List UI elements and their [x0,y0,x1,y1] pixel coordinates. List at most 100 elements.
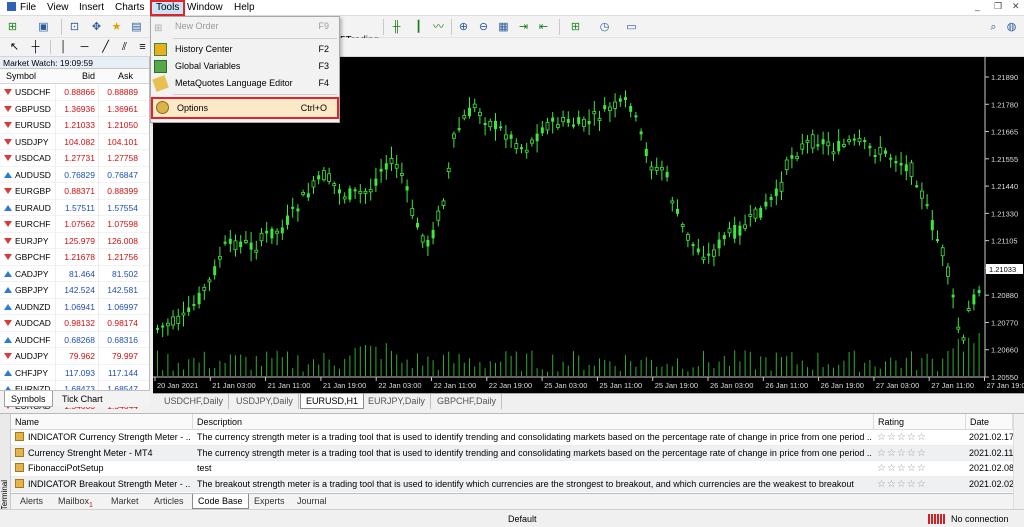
menu-insert[interactable]: Insert [75,1,108,15]
horizontal-line-icon[interactable]: ─ [76,39,93,55]
candle-body [603,105,607,110]
trendline-icon[interactable]: ╱ [97,39,114,55]
chart-tab-eurjpy[interactable]: EURJPY,Daily [363,394,431,409]
arrow-down-icon [4,122,12,128]
tile-windows-icon[interactable]: ▦ [495,19,512,35]
line-chart-icon[interactable]: 〰 [430,19,447,35]
column-description[interactable]: Description [193,414,874,430]
restore-icon[interactable]: ❐ [994,1,1002,12]
candle-body [420,235,425,243]
close-icon[interactable]: ✕ [1012,1,1020,12]
arrow-down-icon [4,221,12,227]
menu-item-history-center[interactable]: History Center F2 [151,41,339,58]
column-bid[interactable]: Bid [82,69,95,84]
column-rating[interactable]: Rating [874,414,966,430]
menu-file[interactable]: File [16,1,40,15]
column-symbol[interactable]: Symbol [6,69,36,84]
crosshair-icon[interactable]: ┼ [27,39,44,55]
code-base-row[interactable]: INDICATOR Breakout Strength Meter - ... T… [11,476,1013,492]
terminal-scrollbar[interactable] [1013,414,1024,509]
market-watch-row[interactable]: EURJPY 125.979 126.008 [0,232,149,249]
code-base-row[interactable]: INDICATOR Currency Strength Meter - ... T… [11,430,1013,446]
column-name[interactable]: Name [11,414,193,430]
tab-symbols[interactable]: Symbols [4,391,53,407]
profiles-icon[interactable]: ▣ [35,19,52,35]
favorites-icon[interactable]: ★ [108,19,125,35]
market-watch-row[interactable]: EURGBP 0.88371 0.88399 [0,183,149,200]
tab-mailbox[interactable]: Mailbox1 [53,494,98,509]
menu-window[interactable]: Window [183,1,227,15]
chart-shift-icon[interactable]: ⇤ [535,19,552,35]
market-watch-row[interactable]: GBPCHF 1.21678 1.21756 [0,249,149,266]
column-ask[interactable]: Ask [118,69,133,84]
bid-price: 0.68268 [55,331,97,348]
navigator-icon[interactable]: ✥ [88,19,105,35]
autoscroll-icon[interactable]: ⇥ [515,19,532,35]
tab-market[interactable]: Market [106,494,144,509]
tab-experts[interactable]: Experts [249,494,290,509]
market-watch-row[interactable]: CADJPY 81.464 81.502 [0,265,149,282]
market-watch-row[interactable]: EURAUD 1.57511 1.57554 [0,199,149,216]
search-icon[interactable]: ⌕ [985,19,1002,35]
chart-tab-usdjpy[interactable]: USDJPY,Daily [231,394,299,409]
bid-price: 1.57511 [55,199,97,216]
row-date: 2021.02.17 [969,432,1013,442]
minimize-icon[interactable]: _ [975,1,980,11]
new-chart-icon[interactable]: ⊞ [4,19,21,35]
market-watch-row[interactable]: EURCHF 1.07562 1.07598 [0,216,149,233]
menu-item-new-order[interactable]: ⊞ New Order F9 [151,18,339,35]
zoom-out-icon[interactable]: ⊖ [475,19,492,35]
menu-item-language-editor[interactable]: MetaQuotes Language Editor F4 [151,75,339,92]
vertical-line-icon[interactable]: │ [55,39,72,55]
templates-icon[interactable]: ▭ [623,19,640,35]
market-watch-row[interactable]: EURUSD 1.21033 1.21050 [0,117,149,134]
tab-tick-chart[interactable]: Tick Chart [56,391,109,407]
menu-charts[interactable]: Charts [111,1,148,15]
indicators-icon[interactable]: ⊞ [567,19,584,35]
bar-chart-icon[interactable]: ╫ [388,19,405,35]
time-tick-label: 25 Jan 11:00 [599,381,642,390]
tab-alerts[interactable]: Alerts [15,494,48,509]
market-watch-row[interactable]: USDCHF 0.88866 0.88889 [0,84,149,101]
tab-code-base[interactable]: Code Base [192,494,249,509]
market-watch-row[interactable]: AUDCAD 0.98132 0.98174 [0,315,149,332]
menu-view[interactable]: View [43,1,73,15]
market-watch-row[interactable]: AUDJPY 79.962 79.997 [0,348,149,365]
market-watch-row[interactable]: CHFJPY 117.093 117.144 [0,364,149,381]
market-watch-row[interactable]: USDCAD 1.27731 1.27758 [0,150,149,167]
menu-item-global-variables[interactable]: Global Variables F3 [151,58,339,75]
market-watch-row[interactable]: GBPJPY 142.524 142.581 [0,282,149,299]
candle-body [555,124,560,128]
market-watch-row[interactable]: AUDNZD 1.06941 1.06997 [0,298,149,315]
time-tick-label: 26 Jan 11:00 [765,381,808,390]
market-watch-row[interactable]: AUDUSD 0.76829 0.76847 [0,166,149,183]
tab-articles[interactable]: Articles [149,494,189,509]
price-tick-label: 1.20880 [991,291,1018,300]
fibonacci-icon[interactable]: ≡ [134,39,151,55]
cursor-icon[interactable]: ↖ [6,39,23,55]
symbol-name: GBPUSD [15,103,51,114]
ask-price: 1.21050 [98,117,140,134]
chart-tab-usdchf[interactable]: USDCHF,Daily [159,394,230,409]
tab-journal[interactable]: Journal [292,494,332,509]
column-date[interactable]: Date [966,414,1013,430]
chat-icon[interactable]: ◍ [1003,19,1020,35]
chart-tab-eurusd[interactable]: EURUSD,H1 [300,394,365,409]
market-watch-row[interactable]: USDJPY 104.082 104.101 [0,133,149,150]
menu-help[interactable]: Help [230,1,259,15]
code-base-row[interactable]: FibonacciPotSetup test ☆☆☆☆☆ 2021.02.08 [11,461,1013,477]
terminal-icon[interactable]: ▤ [128,19,145,35]
price-tick-label: 1.21105 [991,237,1018,246]
market-watch-row[interactable]: AUDCHF 0.68268 0.68316 [0,331,149,348]
periods-icon[interactable]: ◷ [596,19,613,35]
channel-icon[interactable]: ⫽ [116,39,133,55]
menu-tools[interactable]: Tools [150,0,186,16]
market-watch-icon[interactable]: ⊡ [66,19,83,35]
menu-item-options[interactable]: Options Ctrl+O [151,97,339,119]
code-base-row[interactable]: Currency Strenght Meter - MT4 The currenc… [11,445,1013,461]
zoom-in-icon[interactable]: ⊕ [455,19,472,35]
market-watch-row[interactable]: GBPUSD 1.36936 1.36961 [0,100,149,117]
chart-tab-gbpchf[interactable]: GBPCHF,Daily [432,394,503,409]
candlestick-icon[interactable]: ┃ [410,19,427,35]
candle-body [265,230,269,234]
